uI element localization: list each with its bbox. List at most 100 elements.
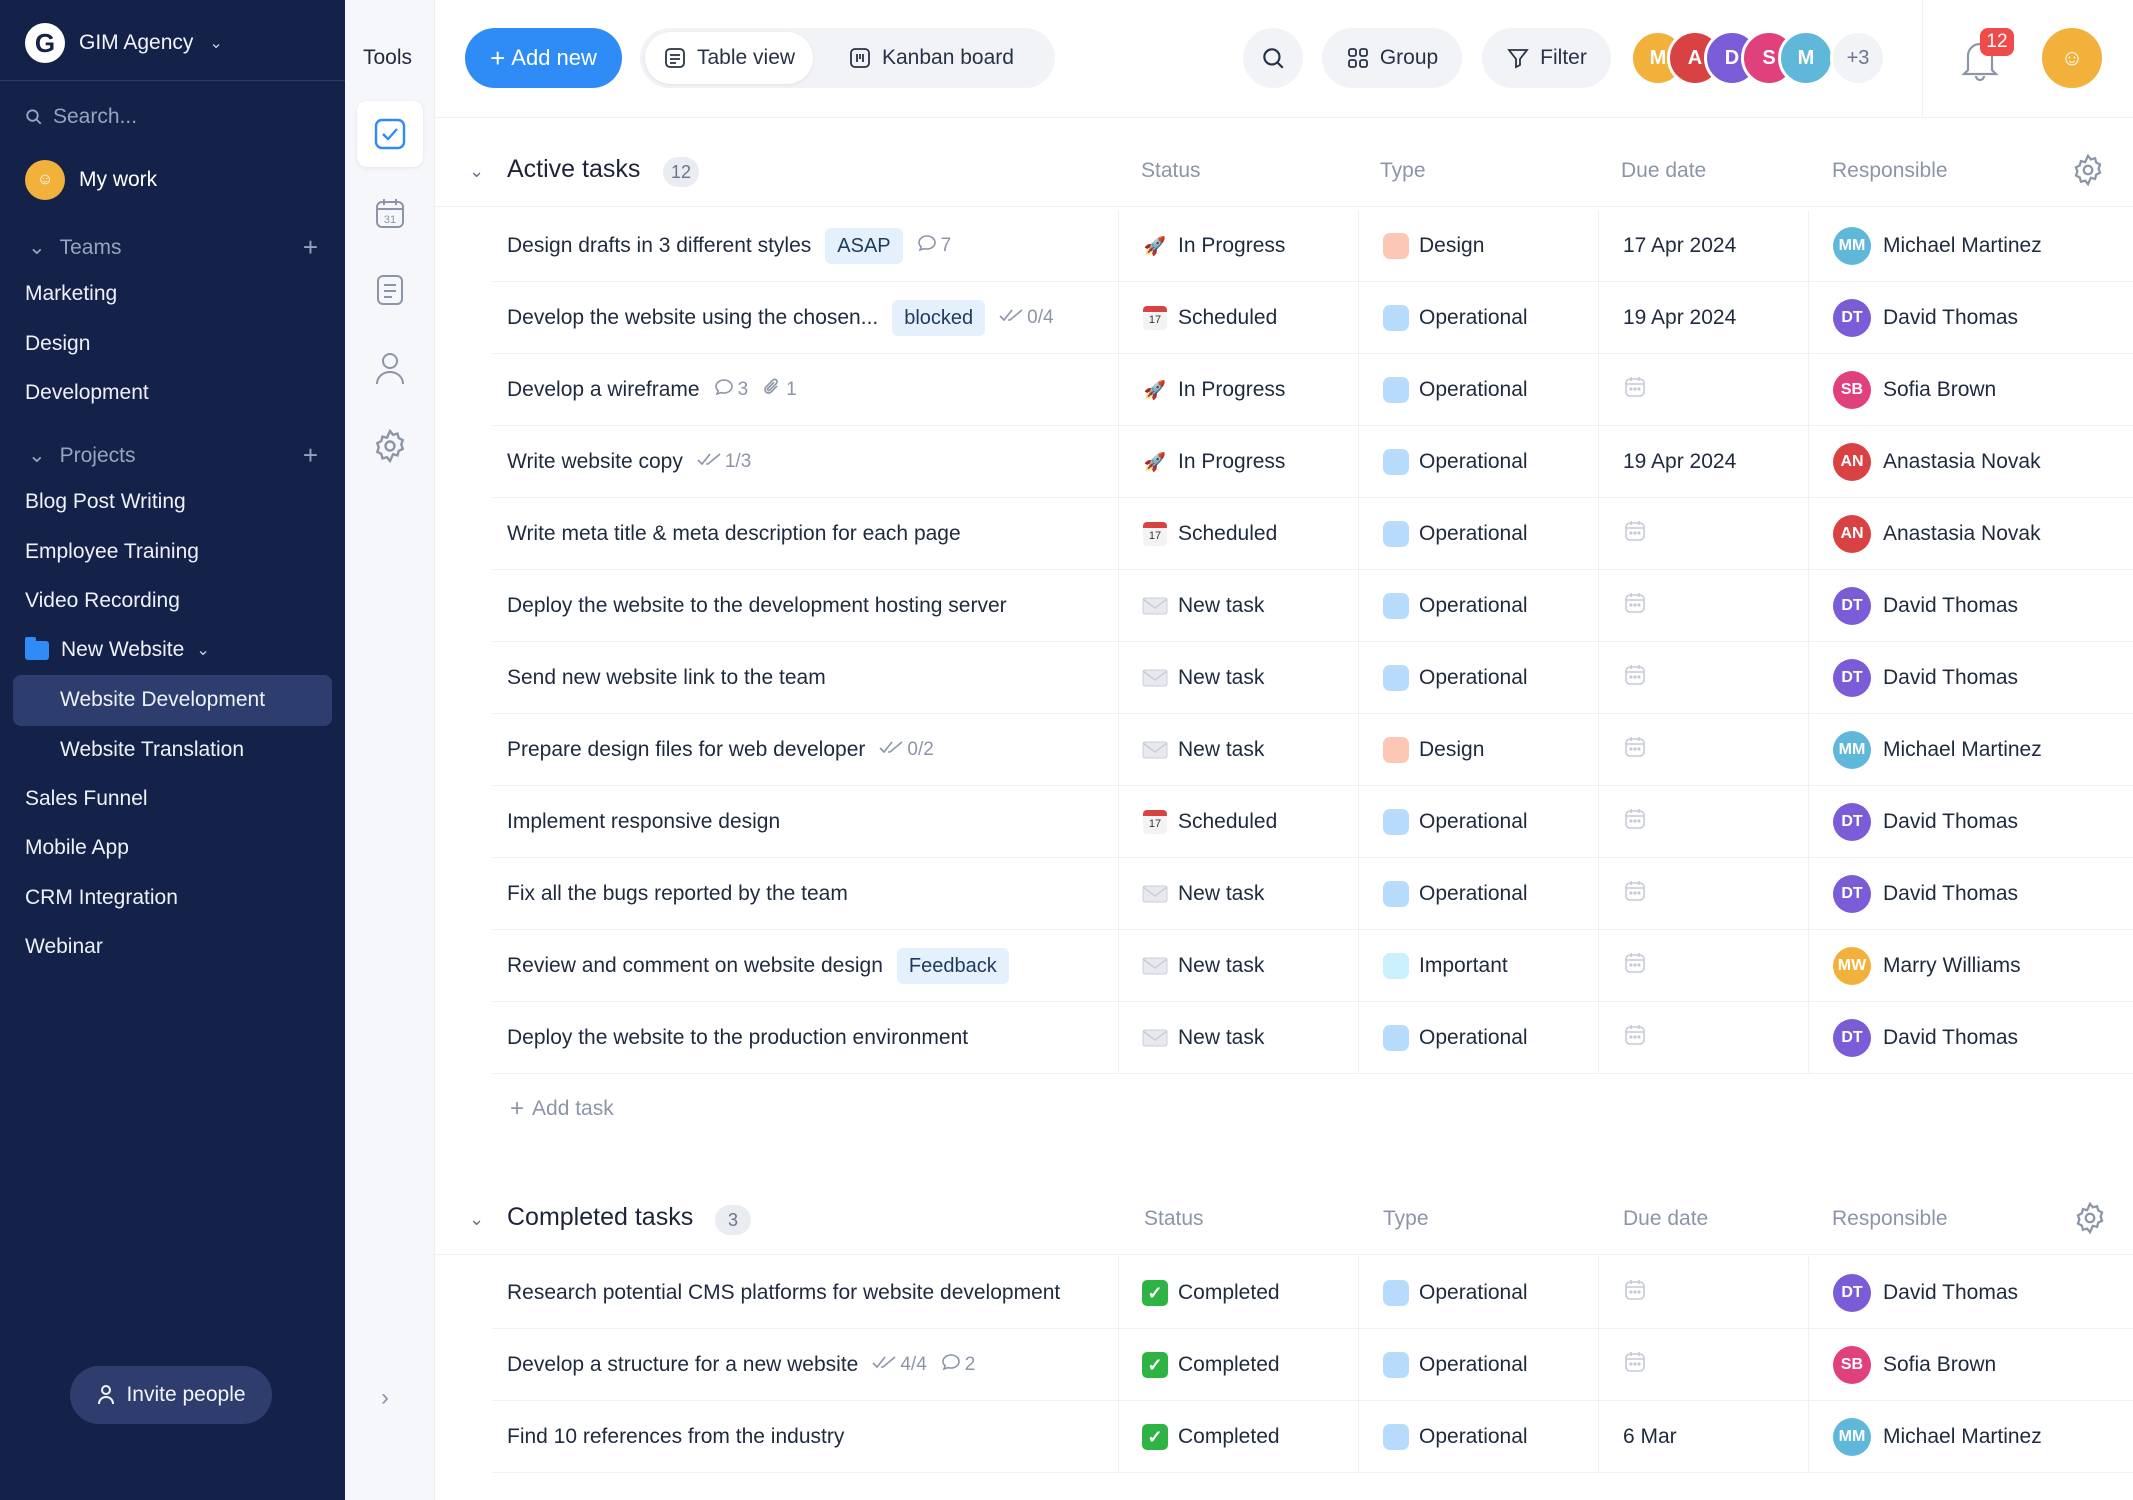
task-name[interactable]: Implement responsive design [507,810,780,834]
task-name-cell[interactable]: Develop a structure for a new website 4/4… [507,1329,975,1401]
task-row[interactable]: Research potential CMS platforms for web… [435,1257,2133,1329]
type-cell[interactable]: Design [1383,210,1484,282]
task-tag[interactable]: blocked [892,300,986,336]
search-button[interactable] [1243,28,1303,88]
type-cell[interactable]: Design [1383,714,1484,786]
due-date-cell[interactable] [1623,858,1647,930]
calendar-icon[interactable] [1623,807,1647,837]
invite-people-button[interactable]: Invite people [70,1366,272,1424]
responsible-cell[interactable]: DT David Thomas [1833,858,2018,930]
add-team-icon[interactable]: + [303,232,318,263]
status-cell[interactable]: 17 Scheduled [1142,498,1277,570]
task-row[interactable]: Design drafts in 3 different styles ASAP 7… [435,210,2133,282]
project-item[interactable]: Mobile App [25,836,129,860]
task-name[interactable]: Develop the website using the chosen... [507,306,878,330]
status-cell[interactable]: New task [1142,858,1264,930]
column-header-responsible[interactable]: Responsible [1832,1207,1948,1231]
task-tag[interactable]: ASAP [825,228,903,264]
task-name[interactable]: Write website copy [507,450,683,474]
status-cell[interactable]: New task [1142,930,1264,1002]
filter-button[interactable]: Filter [1482,28,1611,88]
folder-new-website[interactable]: New Website ⌄ [25,636,210,662]
column-header-due-date[interactable]: Due date [1621,159,1706,183]
type-cell[interactable]: Operational [1383,1401,1528,1473]
column-settings-icon[interactable] [2073,1201,2107,1235]
responsible-cell[interactable]: AN Anastasia Novak [1833,426,2041,498]
project-item[interactable]: Employee Training [25,540,199,564]
task-name-cell[interactable]: Find 10 references from the industry [507,1401,844,1473]
task-name[interactable]: Design drafts in 3 different styles [507,234,811,258]
task-name-cell[interactable]: Deploy the website to the development ho… [507,570,1007,642]
project-item[interactable]: CRM Integration [25,886,178,910]
responsible-cell[interactable]: DT David Thomas [1833,642,2018,714]
more-members-count[interactable]: +3 [1830,30,1886,86]
task-name[interactable]: Find 10 references from the industry [507,1425,844,1449]
task-row[interactable]: Implement responsive design 17 Scheduled… [435,786,2133,858]
task-row[interactable]: Develop a structure for a new website 4/4… [435,1329,2133,1401]
team-item-marketing[interactable]: Marketing [25,282,117,306]
tool-notes[interactable] [357,257,423,323]
tool-calendar[interactable]: 31 [357,180,423,246]
responsible-cell[interactable]: DT David Thomas [1833,282,2018,354]
due-date[interactable]: 17 Apr 2024 [1623,234,1736,258]
calendar-icon[interactable] [1623,519,1647,549]
project-item-website-development[interactable]: Website Development [60,688,265,712]
column-header-status[interactable]: Status [1144,1207,1204,1231]
task-name[interactable]: Deploy the website to the production env… [507,1026,968,1050]
expand-chevron-icon[interactable]: › [381,1384,389,1412]
task-name[interactable]: Research potential CMS platforms for web… [507,1281,1060,1305]
due-date-cell[interactable] [1623,354,1647,426]
status-cell[interactable]: 🚀 In Progress [1142,354,1286,426]
task-name[interactable]: Prepare design files for web developer [507,738,865,762]
status-cell[interactable]: New task [1142,642,1264,714]
team-item-development[interactable]: Development [25,381,149,405]
responsible-cell[interactable]: DT David Thomas [1833,570,2018,642]
task-row[interactable]: Develop a wireframe 3 1 🚀 In Progress Oper… [435,354,2133,426]
due-date[interactable]: 19 Apr 2024 [1623,306,1736,330]
type-cell[interactable]: Operational [1383,1002,1528,1074]
status-cell[interactable]: New task [1142,570,1264,642]
task-name[interactable]: Deploy the website to the development ho… [507,594,1007,618]
task-name[interactable]: Develop a structure for a new website [507,1353,858,1377]
task-name-cell[interactable]: Research potential CMS platforms for web… [507,1257,1060,1329]
due-date-cell[interactable] [1623,930,1647,1002]
add-new-button[interactable]: + Add new [465,28,622,88]
type-cell[interactable]: Operational [1383,786,1528,858]
workspace-switcher[interactable]: G GIM Agency ⌄ [25,22,223,64]
tool-people[interactable] [357,335,423,401]
type-cell[interactable]: Operational [1383,282,1528,354]
task-name-cell[interactable]: Send new website link to the team [507,642,826,714]
calendar-icon[interactable] [1623,735,1647,765]
project-item[interactable]: Video Recording [25,589,180,613]
project-item-website-translation[interactable]: Website Translation [60,738,244,762]
task-row[interactable]: Send new website link to the team New ta… [435,642,2133,714]
add-task-button[interactable]: + Add task [510,1095,614,1123]
task-row[interactable]: Deploy the website to the development ho… [435,570,2133,642]
search-input[interactable]: Search... [25,105,137,129]
type-cell[interactable]: Operational [1383,498,1528,570]
task-name-cell[interactable]: Implement responsive design [507,786,780,858]
due-date-cell[interactable]: 17 Apr 2024 [1623,210,1736,282]
due-date-cell[interactable] [1623,1329,1647,1401]
due-date-cell[interactable] [1623,642,1647,714]
type-cell[interactable]: Operational [1383,1329,1528,1401]
responsible-cell[interactable]: AN Anastasia Novak [1833,498,2041,570]
responsible-cell[interactable]: DT David Thomas [1833,786,2018,858]
column-settings-icon[interactable] [2071,153,2105,187]
task-tag[interactable]: Feedback [896,948,1009,984]
task-name[interactable]: Send new website link to the team [507,666,826,690]
tab-kanban-board[interactable]: Kanban board [830,32,1032,84]
type-cell[interactable]: Operational [1383,426,1528,498]
task-row[interactable]: Deploy the website to the production env… [435,1002,2133,1074]
chevron-down-icon[interactable]: ⌄ [469,161,484,182]
task-name-cell[interactable]: Design drafts in 3 different styles ASAP 7 [507,210,951,282]
calendar-icon[interactable] [1623,1278,1647,1308]
task-name-cell[interactable]: Write meta title & meta description for … [507,498,961,570]
chevron-down-icon[interactable]: ⌄ [469,1209,484,1230]
task-name-cell[interactable]: Develop the website using the chosen... b… [507,282,1054,354]
responsible-cell[interactable]: MM Michael Martinez [1833,714,2042,786]
status-cell[interactable]: 17 Scheduled [1142,282,1277,354]
calendar-icon[interactable] [1623,951,1647,981]
due-date-cell[interactable]: 19 Apr 2024 [1623,426,1736,498]
due-date-cell[interactable]: 6 Mar [1623,1401,1677,1473]
